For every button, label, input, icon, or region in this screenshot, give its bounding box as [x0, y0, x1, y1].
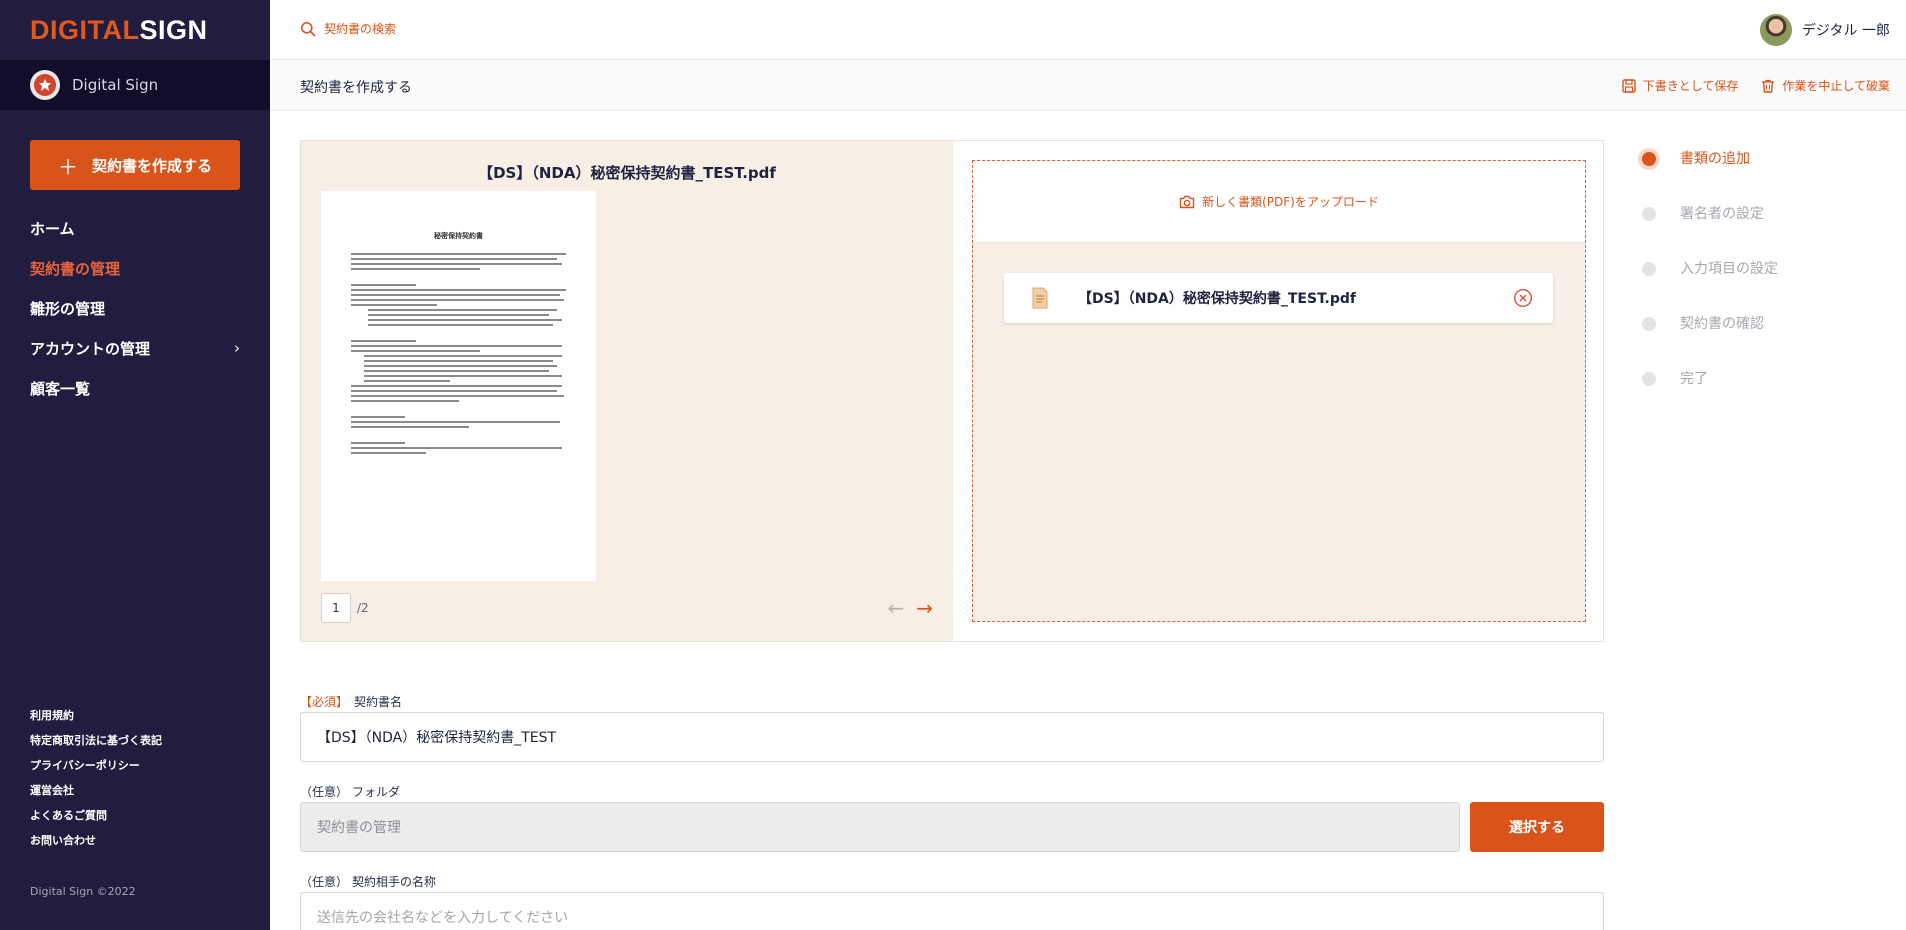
- trash-icon: [1762, 79, 1775, 93]
- optional-tag: （任意）: [300, 875, 349, 889]
- step-complete: 完了: [1638, 368, 1778, 423]
- field-label: 契約書名: [354, 695, 403, 709]
- sidebar-item-label: 契約書の管理: [30, 259, 121, 278]
- step-label: 入力項目の設定: [1680, 261, 1778, 277]
- user-name: デジタル 一郎: [1801, 23, 1890, 39]
- contract-name-label: 【必須】 契約書名: [300, 693, 402, 710]
- sidebar-item-contracts[interactable]: 契約書の管理: [30, 248, 240, 288]
- step-indicator-icon: [1638, 203, 1660, 225]
- document-panel: 【DS】（NDA）秘密保持契約書_TEST.pdf 秘密保持契約書 1 /2 ←…: [300, 140, 1604, 642]
- step-indicator-icon: [1638, 313, 1660, 335]
- footer-link-terms[interactable]: 利用規約: [30, 702, 162, 727]
- sidebar-item-label: 雛形の管理: [30, 299, 106, 318]
- user-menu[interactable]: デジタル 一郎: [1759, 14, 1890, 46]
- pdf-page-thumbnail: 秘密保持契約書: [321, 191, 596, 581]
- step-input-fields: 入力項目の設定: [1638, 258, 1778, 313]
- plus-icon: ＋: [57, 154, 78, 179]
- current-page-input[interactable]: 1: [321, 593, 351, 623]
- next-page-arrow-icon[interactable]: →: [916, 596, 933, 620]
- folder-field: 契約書の管理: [300, 802, 1460, 852]
- sidebar-item-label: ホーム: [30, 219, 75, 238]
- sidebar-item-label: 顧客一覧: [30, 379, 91, 398]
- topbar: 契約書の検索 デジタル 一郎: [270, 0, 1906, 60]
- total-pages: /2: [357, 601, 369, 615]
- uploaded-file-name: 【DS】（NDA）秘密保持契約書_TEST.pdf: [1078, 291, 1356, 307]
- logo-part-sign: SIGN: [139, 14, 208, 45]
- step-review: 契約書の確認: [1638, 313, 1778, 368]
- step-label: 署名者の設定: [1680, 206, 1764, 222]
- create-contract-button[interactable]: ＋ 契約書を作成する: [30, 140, 240, 190]
- step-indicator-icon: [1638, 258, 1660, 280]
- page-title: 契約書を作成する: [300, 80, 412, 96]
- page-pager: 1 /2: [321, 593, 369, 623]
- footer-link-commerce-law[interactable]: 特定商取引法に基づく表記: [30, 727, 162, 752]
- sidebar-footer-links: 利用規約 特定商取引法に基づく表記 プライバシーポリシー 運営会社 よくあるご質…: [30, 702, 162, 852]
- optional-tag: （任意）: [300, 785, 349, 799]
- page-actions: 下書きとして保存 作業を中止して破棄: [1599, 77, 1890, 94]
- step-label: 契約書の確認: [1680, 316, 1764, 332]
- chevron-right-icon: ›: [234, 339, 240, 357]
- upload-dropzone[interactable]: 新しく書類(PDF)をアップロード 【DS】（NDA）秘密保持契約書_TEST.…: [972, 160, 1586, 622]
- step-indicator-icon: [1638, 148, 1660, 170]
- page-header: 契約書を作成する 下書きとして保存 作業を中止して破棄: [270, 60, 1906, 111]
- create-contract-label: 契約書を作成する: [91, 156, 212, 175]
- required-tag: 【必須】: [300, 695, 349, 709]
- brand-bar: Digital Sign: [0, 60, 270, 110]
- contract-name-input[interactable]: 【DS】（NDA）秘密保持契約書_TEST: [300, 712, 1604, 762]
- logo-bar: DIGITALSIGN: [0, 0, 270, 60]
- save-draft-label: 下書きとして保存: [1642, 79, 1739, 93]
- preview-file-title: 【DS】（NDA）秘密保持契約書_TEST.pdf: [478, 164, 776, 182]
- folder-label: （任意） フォルダ: [300, 783, 400, 800]
- avatar: [1759, 14, 1792, 46]
- upload-pdf-button[interactable]: 新しく書類(PDF)をアップロード: [973, 161, 1585, 243]
- prev-page-arrow-icon[interactable]: ←: [887, 596, 904, 620]
- footer-link-company[interactable]: 運営会社: [30, 777, 162, 802]
- sidebar-item-customers[interactable]: 顧客一覧: [30, 368, 240, 408]
- select-folder-button[interactable]: 選択する: [1470, 802, 1604, 852]
- step-indicator-icon: [1638, 368, 1660, 390]
- sidebar-item-home[interactable]: ホーム: [30, 208, 240, 248]
- progress-steps: 書類の追加 署名者の設定 入力項目の設定 契約書の確認 完了: [1638, 148, 1778, 423]
- remove-file-button[interactable]: [1513, 288, 1533, 308]
- page-arrows: ← →: [875, 596, 933, 620]
- app-logo[interactable]: DIGITALSIGN: [30, 15, 208, 46]
- save-draft-button[interactable]: 下書きとして保存: [1621, 77, 1739, 94]
- contract-search[interactable]: 契約書の検索: [300, 20, 396, 37]
- sidebar: DIGITALSIGN Digital Sign ＋ 契約書を作成する ホーム …: [0, 0, 270, 930]
- document-preview: 【DS】（NDA）秘密保持契約書_TEST.pdf 秘密保持契約書 1 /2 ←…: [301, 141, 953, 641]
- uploaded-file-card: 【DS】（NDA）秘密保持契約書_TEST.pdf: [1004, 273, 1553, 323]
- upload-pdf-label: 新しく書類(PDF)をアップロード: [1202, 195, 1379, 209]
- brand-name: Digital Sign: [72, 76, 159, 94]
- sidebar-nav: ホーム 契約書の管理 雛形の管理 アカウントの管理 › 顧客一覧: [30, 208, 240, 408]
- field-label: 契約相手の名称: [352, 875, 437, 889]
- footer-link-privacy[interactable]: プライバシーポリシー: [30, 752, 162, 777]
- step-label: 完了: [1680, 371, 1708, 387]
- sidebar-item-templates[interactable]: 雛形の管理: [30, 288, 240, 328]
- document-file-icon: [1032, 287, 1048, 309]
- camera-icon: [1179, 195, 1195, 208]
- step-label: 書類の追加: [1680, 151, 1750, 167]
- step-signers: 署名者の設定: [1638, 203, 1778, 258]
- discard-button[interactable]: 作業を中止して破棄: [1760, 77, 1890, 94]
- field-label: フォルダ: [352, 785, 401, 799]
- logo-part-digital: DIGITAL: [30, 14, 140, 45]
- sidebar-item-label: アカウントの管理: [30, 339, 151, 358]
- close-circle-icon: [1513, 288, 1533, 308]
- sidebar-item-accounts[interactable]: アカウントの管理 ›: [30, 328, 240, 368]
- search-label: 契約書の検索: [324, 22, 397, 36]
- search-icon: [301, 21, 316, 36]
- doc-heading: 秘密保持契約書: [434, 232, 483, 240]
- copyright: Digital Sign ©2022: [30, 885, 136, 898]
- counterparty-label: （任意） 契約相手の名称: [300, 873, 436, 890]
- save-icon: [1621, 78, 1636, 93]
- footer-link-faq[interactable]: よくあるご質問: [30, 802, 162, 827]
- footer-link-contact[interactable]: お問い合わせ: [30, 827, 162, 852]
- counterparty-input[interactable]: 送信先の会社名などを入力してください: [300, 892, 1604, 930]
- brand-emblem-icon: [30, 70, 60, 100]
- discard-label: 作業を中止して破棄: [1782, 79, 1890, 93]
- step-add-document: 書類の追加: [1638, 148, 1778, 203]
